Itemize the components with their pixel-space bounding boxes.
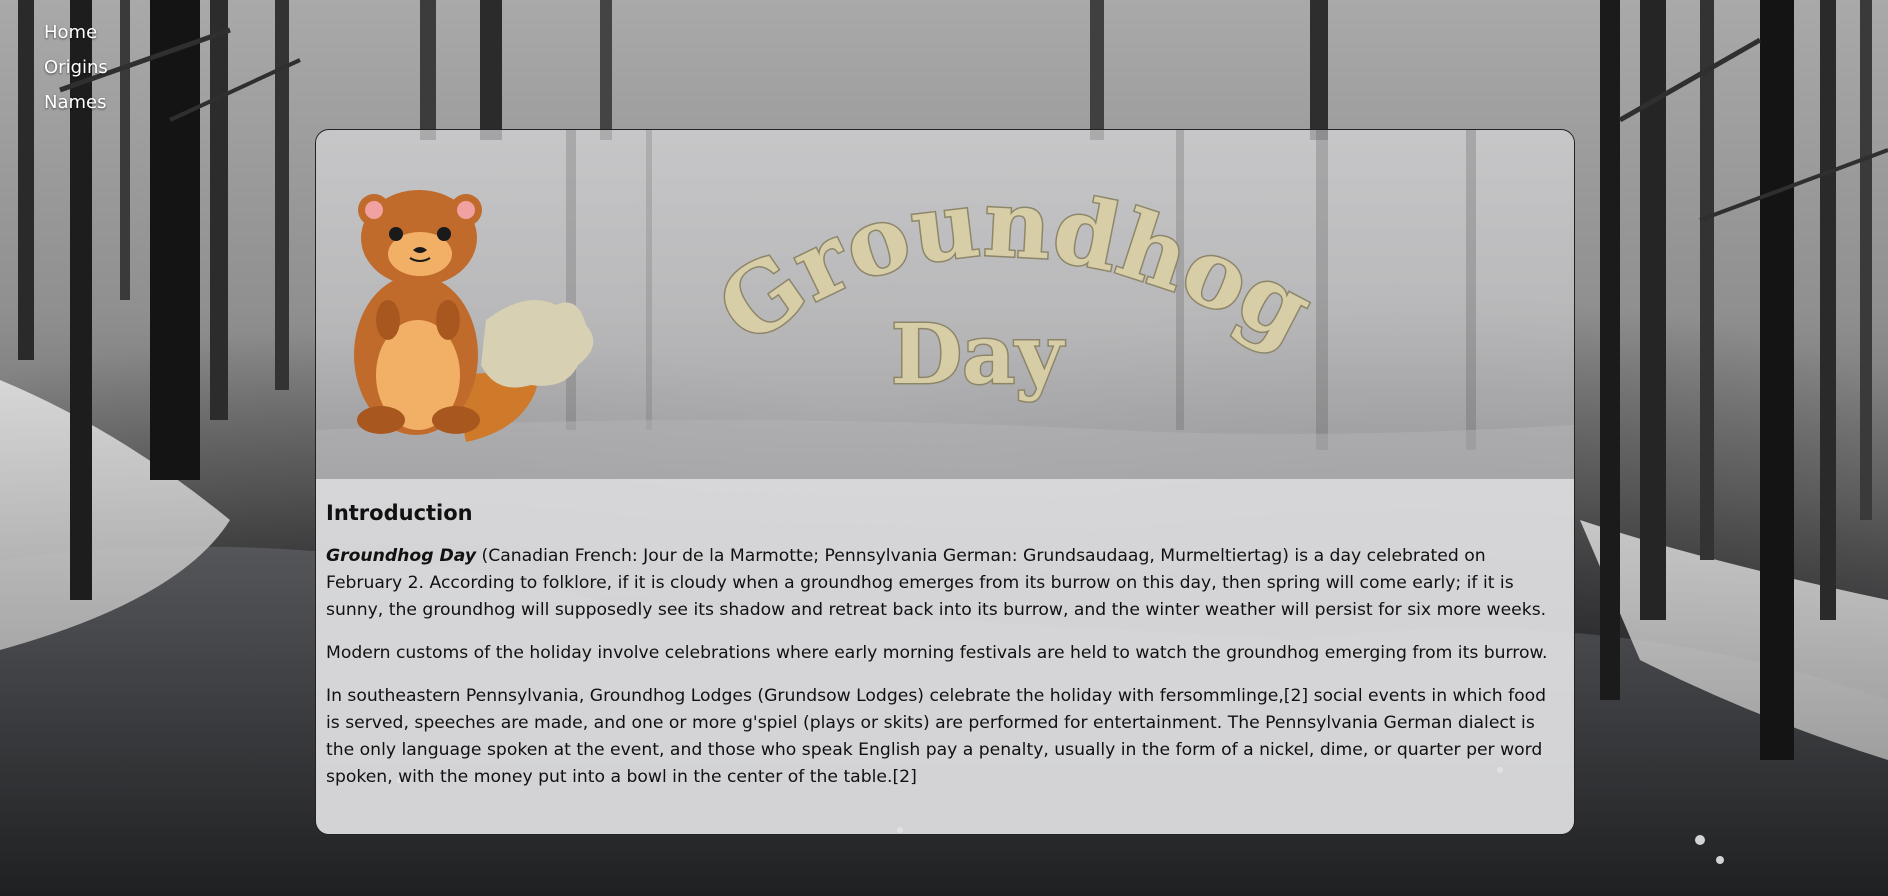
content-panel: Groundhog Day Introduction Groundhog Day… (315, 129, 1575, 835)
banner-title-line2: Day (891, 307, 1065, 403)
intro-paragraph-2: Modern customs of the holiday involve ce… (326, 643, 1548, 663)
intro-paragraph-3: In southeastern Pennsylvania, Groundhog … (326, 686, 1547, 787)
nav-link-origins[interactable]: Origins (44, 55, 108, 80)
main-nav: Home Origins Names (44, 20, 108, 115)
nav-link-names[interactable]: Names (44, 90, 108, 115)
intro-paragraph-1: Groundhog Day (Canadian French: Jour de … (326, 543, 1564, 624)
nav-link-home[interactable]: Home (44, 20, 108, 45)
intro-paragraph-1-text: (Canadian French: Jour de la Marmotte; P… (326, 546, 1547, 620)
intro-lead-term: Groundhog Day (326, 546, 477, 566)
section-heading-introduction: Introduction (326, 501, 473, 525)
header-banner: Groundhog Day (316, 130, 1574, 479)
article-content: Introduction Groundhog Day (Canadian Fre… (316, 479, 1574, 834)
groundhog-mascot-icon (354, 190, 594, 442)
groundhog-day-logo-icon: Groundhog Day (698, 168, 1331, 405)
